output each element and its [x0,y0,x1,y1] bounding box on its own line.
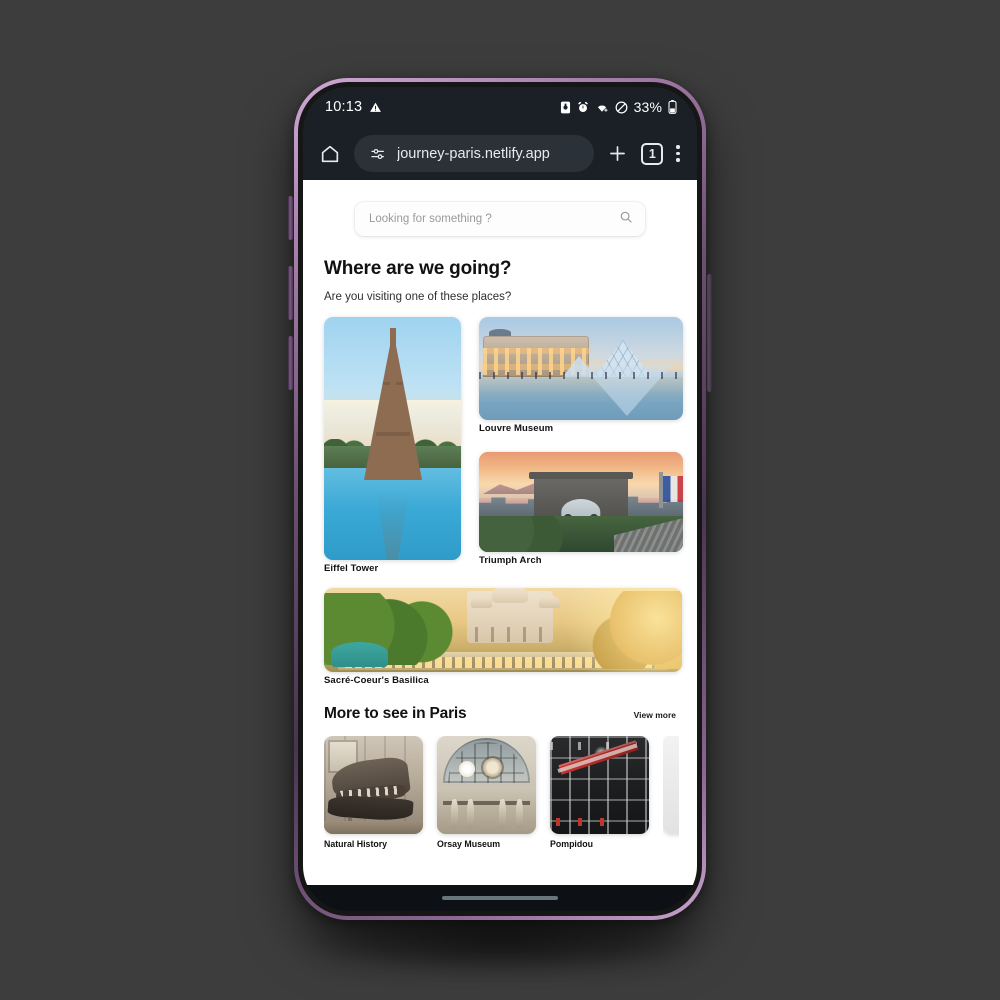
android-status-bar: 10:13 33% [303,87,697,127]
status-bar-left: 10:13 [325,99,382,115]
destination-label: Eiffel Tower [324,563,379,574]
carousel-item-natural-history[interactable]: Natural History [324,736,423,849]
alarm-icon [577,101,589,114]
search-bar[interactable] [355,202,645,236]
destination-card-sacre-coeur-basilica[interactable]: Sacré-Coeur's Basilica [324,588,682,686]
power-button[interactable] [707,274,712,392]
wifi-icon [595,101,609,114]
search-icon[interactable] [619,210,633,229]
destinations-grid: Eiffel Tower Louvre Museum Triumph Arch [324,317,687,574]
destination-card-triumph-arch[interactable]: Triumph Arch [479,452,683,566]
destination-label: Louvre Museum [479,423,554,434]
phone-bezel: 10:13 33% journey-paris.netlify.app 1 Lo… [298,82,702,916]
sim-icon [560,101,571,114]
kebab-menu-icon[interactable] [676,145,680,162]
carousel-image [324,736,423,834]
destination-label: Triumph Arch [479,555,542,566]
status-bar-right: 33% [560,99,677,115]
destination-card-eiffel-tower[interactable]: Eiffel Tower [324,317,461,574]
url-text: journey-paris.netlify.app [397,145,550,162]
destination-card-louvre-museum[interactable]: Louvre Museum [479,317,683,434]
more-section-title: More to see in Paris [324,705,467,722]
page-subtitle: Are you visiting one of these places? [324,291,512,303]
do-not-disturb-icon [615,101,628,114]
scene: 10:13 33% journey-paris.netlify.app 1 Lo… [0,0,1000,1000]
more-carousel[interactable]: Natural History Orsay Museum Pompidou [324,736,687,849]
battery-icon [668,100,677,114]
view-more-link[interactable]: View more [634,710,676,723]
eiffel-tower-image [324,317,461,560]
search-section [313,180,687,236]
carousel-image [663,736,679,834]
carousel-image [550,736,649,834]
destination-image [479,317,683,420]
sacre-coeur-basilica-image [324,588,682,672]
plus-icon[interactable] [607,143,628,164]
natural-history-image [324,736,423,834]
carousel-item-pompidou[interactable]: Pompidou [550,736,649,849]
more-section-header: More to see in Paris View more [324,705,676,723]
phone-device: 10:13 33% journey-paris.netlify.app 1 Lo… [288,78,712,920]
page-title: Where are we going? [324,258,512,279]
destination-image [324,588,682,672]
orsay-museum-image [437,736,536,834]
triumph-arch-image [479,452,683,552]
destinations-right-column: Louvre Museum Triumph Arch [479,317,683,574]
destination-image [479,452,683,552]
carousel-label: Orsay Museum [437,839,501,849]
gesture-navigation-bar[interactable] [303,885,697,911]
status-time: 10:13 [325,99,363,115]
gesture-handle[interactable] [442,896,558,900]
louvre-museum-image [479,317,683,420]
search-input[interactable] [369,213,619,225]
tune-sliders-icon[interactable] [370,146,386,162]
carousel-image [437,736,536,834]
destination-image [324,317,461,560]
carousel-item-orsay-museum[interactable]: Orsay Museum [437,736,536,849]
tab-counter-button[interactable]: 1 [641,142,664,165]
next-carousel-image [663,736,679,834]
volume-up-button[interactable] [288,196,293,240]
url-bar[interactable]: journey-paris.netlify.app [354,135,595,172]
home-icon[interactable] [319,143,341,165]
carousel-item-next-partial[interactable] [663,736,679,849]
volume-down-button[interactable] [288,266,293,320]
browser-toolbar: journey-paris.netlify.app 1 [303,127,697,180]
carousel-label: Natural History [324,839,388,849]
assistant-button[interactable] [288,336,293,390]
pompidou-image [550,736,649,834]
battery-percent: 33% [633,99,662,115]
warning-triangle-icon [369,101,382,114]
web-page-content: Where are we going? Are you visiting one… [303,180,697,885]
destination-label: Sacré-Coeur's Basilica [324,675,429,686]
carousel-label: Pompidou [550,839,594,849]
phone-screen: 10:13 33% journey-paris.netlify.app 1 Lo… [303,87,697,911]
